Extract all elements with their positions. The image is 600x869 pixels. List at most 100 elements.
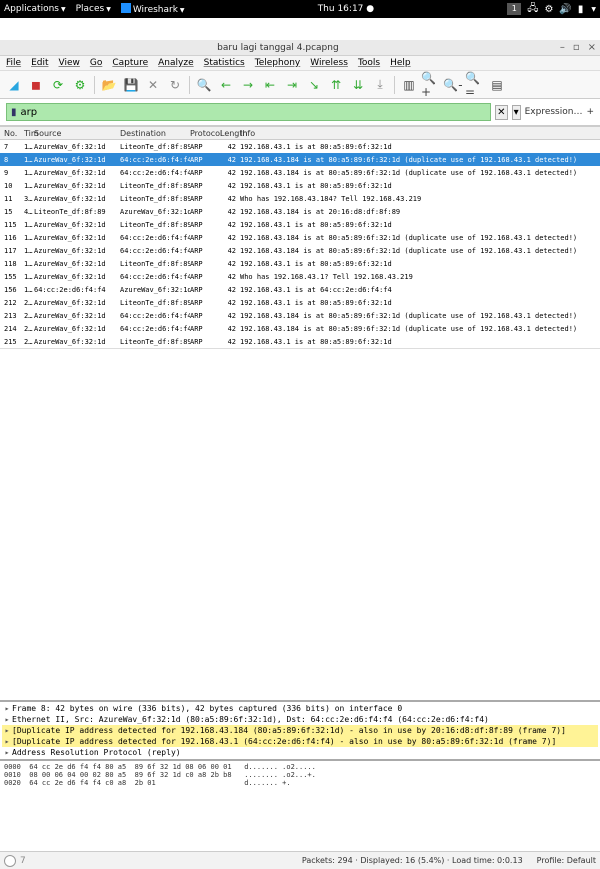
col-length[interactable]: Length bbox=[220, 129, 236, 138]
status-packets: Packets: 294 · Displayed: 16 (5.4%) · Lo… bbox=[302, 856, 523, 865]
network-icon[interactable]: 🖧 bbox=[527, 1, 538, 18]
packet-list[interactable]: 71…AzureWav_6f:32:1dLiteonTe_df:8f:89ARP… bbox=[0, 140, 600, 348]
maximize-button[interactable]: ▫ bbox=[573, 42, 580, 53]
minimize-button[interactable]: – bbox=[560, 42, 565, 53]
menu-go[interactable]: Go bbox=[90, 58, 102, 68]
packet-detail-line[interactable]: ▸Address Resolution Protocol (reply) bbox=[2, 747, 598, 758]
auto-scroll-button[interactable]: ⤓ bbox=[370, 75, 390, 95]
display-filter-input[interactable]: ▮ arp bbox=[6, 103, 491, 121]
jump-back-button[interactable]: ⇤ bbox=[260, 75, 280, 95]
menu-analyze[interactable]: Analyze bbox=[158, 58, 193, 68]
jump-fwd-button[interactable]: ⇥ bbox=[282, 75, 302, 95]
main-toolbar: ◢ ◼ ⟳ ⚙ 📂 💾 ✕ ↻ 🔍 ← → ⇤ ⇥ ↘ ⇈ ⇊ ⤓ ▥ 🔍+ 🔍… bbox=[0, 71, 600, 99]
resize-columns-button[interactable]: ▤ bbox=[487, 75, 507, 95]
prev-button[interactable]: ← bbox=[216, 75, 236, 95]
packet-row[interactable]: 113…AzureWav_6f:32:1dLiteonTe_df:8f:89AR… bbox=[0, 192, 600, 205]
next-button[interactable]: → bbox=[238, 75, 258, 95]
packet-row[interactable]: 1561…64:cc:2e:d6:f4:f4AzureWav_6f:32:1dA… bbox=[0, 283, 600, 296]
expand-arrow-icon[interactable]: ▸ bbox=[2, 715, 12, 724]
expand-arrow-icon[interactable]: ▸ bbox=[2, 737, 12, 746]
col-source[interactable]: Source bbox=[34, 129, 120, 138]
expand-arrow-icon[interactable]: ▸ bbox=[2, 704, 12, 713]
menu-edit[interactable]: Edit bbox=[31, 58, 48, 68]
packet-row[interactable]: 1551…AzureWav_6f:32:1d64:cc:2e:d6:f4:f4A… bbox=[0, 270, 600, 283]
options-button[interactable]: ⚙ bbox=[70, 75, 90, 95]
packet-detail-line[interactable]: ▸Ethernet II, Src: AzureWav_6f:32:1d (80… bbox=[2, 714, 598, 725]
menu-wireless[interactable]: Wireless bbox=[310, 58, 348, 68]
chevron-down-icon: ▼ bbox=[61, 6, 66, 13]
expand-arrow-icon[interactable]: ▸ bbox=[2, 748, 12, 757]
menu-tools[interactable]: Tools bbox=[358, 58, 380, 68]
col-info[interactable]: Info bbox=[236, 129, 600, 138]
col-destination[interactable]: Destination bbox=[120, 129, 190, 138]
packet-row[interactable]: 71…AzureWav_6f:32:1dLiteonTe_df:8f:89ARP… bbox=[0, 140, 600, 153]
places-menu[interactable]: Places▼ bbox=[76, 4, 111, 14]
start-capture-button[interactable]: ◢ bbox=[4, 75, 24, 95]
filter-plus-button[interactable]: + bbox=[586, 107, 594, 117]
chevron-down-icon[interactable]: ▼ bbox=[591, 6, 596, 13]
window-titlebar[interactable]: baru lagi tanggal 4.pcapng – ▫ × bbox=[0, 40, 600, 56]
filter-history-button[interactable]: ▾ bbox=[512, 105, 521, 120]
close-button[interactable]: × bbox=[588, 42, 596, 53]
packet-row[interactable]: 2152…AzureWav_6f:32:1dLiteonTe_df:8f:89A… bbox=[0, 335, 600, 348]
packet-row[interactable]: 101…AzureWav_6f:32:1dLiteonTe_df:8f:89AR… bbox=[0, 179, 600, 192]
find-button[interactable]: 🔍 bbox=[194, 75, 214, 95]
filter-clear-button[interactable]: ✕ bbox=[495, 105, 507, 120]
packet-row[interactable]: 1151…AzureWav_6f:32:1dLiteonTe_df:8f:89A… bbox=[0, 218, 600, 231]
packet-detail-line[interactable]: ▸Frame 8: 42 bytes on wire (336 bits), 4… bbox=[2, 703, 598, 714]
first-button[interactable]: ⇈ bbox=[326, 75, 346, 95]
col-time[interactable]: Tim bbox=[24, 129, 34, 138]
packet-list-header[interactable]: No. Tim Source Destination Protocol Leng… bbox=[0, 126, 600, 140]
col-protocol[interactable]: Protocol bbox=[190, 129, 220, 138]
packet-row[interactable]: 2142…AzureWav_6f:32:1d64:cc:2e:d6:f4:f4A… bbox=[0, 322, 600, 335]
reload-button[interactable]: ↻ bbox=[165, 75, 185, 95]
packet-row[interactable]: 154…LiteonTe_df:8f:89AzureWav_6f:32:1dAR… bbox=[0, 205, 600, 218]
last-button[interactable]: ⇊ bbox=[348, 75, 368, 95]
zoom-in-button[interactable]: 🔍+ bbox=[421, 75, 441, 95]
zoom-out-button[interactable]: 🔍- bbox=[443, 75, 463, 95]
packet-row[interactable]: 2132…AzureWav_6f:32:1d64:cc:2e:d6:f4:f4A… bbox=[0, 309, 600, 322]
workspace-indicator[interactable]: 1 bbox=[507, 3, 521, 15]
open-file-button[interactable]: 📂 bbox=[99, 75, 119, 95]
expand-arrow-icon[interactable]: ▸ bbox=[2, 726, 12, 735]
save-button[interactable]: 💾 bbox=[121, 75, 141, 95]
menu-file[interactable]: File bbox=[6, 58, 21, 68]
menu-view[interactable]: View bbox=[59, 58, 80, 68]
menu-capture[interactable]: Capture bbox=[112, 58, 148, 68]
vpn-icon[interactable]: ⚙ bbox=[544, 4, 553, 15]
stop-capture-button[interactable]: ◼ bbox=[26, 75, 46, 95]
packet-row[interactable]: 1181…AzureWav_6f:32:1dLiteonTe_df:8f:89A… bbox=[0, 257, 600, 270]
packet-details-pane[interactable]: ▸Frame 8: 42 bytes on wire (336 bits), 4… bbox=[0, 702, 600, 761]
status-profile[interactable]: Profile: Default bbox=[537, 856, 596, 865]
packet-row[interactable]: 81…AzureWav_6f:32:1d64:cc:2e:d6:f4:f4ARP… bbox=[0, 153, 600, 166]
packet-row[interactable]: 2122…AzureWav_6f:32:1dLiteonTe_df:8f:89A… bbox=[0, 296, 600, 309]
hex-dump-pane[interactable]: 0000 64 cc 2e d6 f4 f4 80 a5 89 6f 32 1d… bbox=[0, 761, 600, 851]
status-bar: 7 Packets: 294 · Displayed: 16 (5.4%) · … bbox=[0, 851, 600, 869]
packet-row[interactable]: 1161…AzureWav_6f:32:1d64:cc:2e:d6:f4:f4A… bbox=[0, 231, 600, 244]
zoom-reset-button[interactable]: 🔍= bbox=[465, 75, 485, 95]
clock[interactable]: Thu 16:17 ● bbox=[185, 4, 508, 14]
restart-capture-button[interactable]: ⟳ bbox=[48, 75, 68, 95]
col-no[interactable]: No. bbox=[0, 129, 24, 138]
packet-row[interactable]: 91…AzureWav_6f:32:1d64:cc:2e:d6:f4:f4ARP… bbox=[0, 166, 600, 179]
filter-expression-button[interactable]: Expression… bbox=[525, 107, 583, 117]
expert-info-icon[interactable] bbox=[4, 855, 16, 867]
display-filter-bar: ▮ arp ✕ ▾ Expression… + bbox=[0, 99, 600, 126]
window-title: baru lagi tanggal 4.pcapng bbox=[4, 43, 552, 53]
volume-icon[interactable]: 🔊 bbox=[559, 4, 571, 15]
menu-statistics[interactable]: Statistics bbox=[204, 58, 245, 68]
toolbar-separator bbox=[94, 76, 95, 94]
goto-button[interactable]: ↘ bbox=[304, 75, 324, 95]
battery-icon[interactable]: ▮ bbox=[578, 4, 584, 15]
menu-telephony[interactable]: Telephony bbox=[255, 58, 301, 68]
app-menu[interactable]: Wireshark▼ bbox=[121, 3, 185, 15]
close-file-button[interactable]: ✕ bbox=[143, 75, 163, 95]
toolbar-separator bbox=[189, 76, 190, 94]
packet-detail-warning[interactable]: ▸[Duplicate IP address detected for 192.… bbox=[2, 736, 598, 747]
wireshark-icon bbox=[121, 3, 131, 13]
menu-help[interactable]: Help bbox=[390, 58, 411, 68]
packet-detail-warning[interactable]: ▸[Duplicate IP address detected for 192.… bbox=[2, 725, 598, 736]
applications-menu[interactable]: Applications▼ bbox=[4, 4, 66, 14]
colorize-button[interactable]: ▥ bbox=[399, 75, 419, 95]
packet-row[interactable]: 1171…AzureWav_6f:32:1d64:cc:2e:d6:f4:f4A… bbox=[0, 244, 600, 257]
